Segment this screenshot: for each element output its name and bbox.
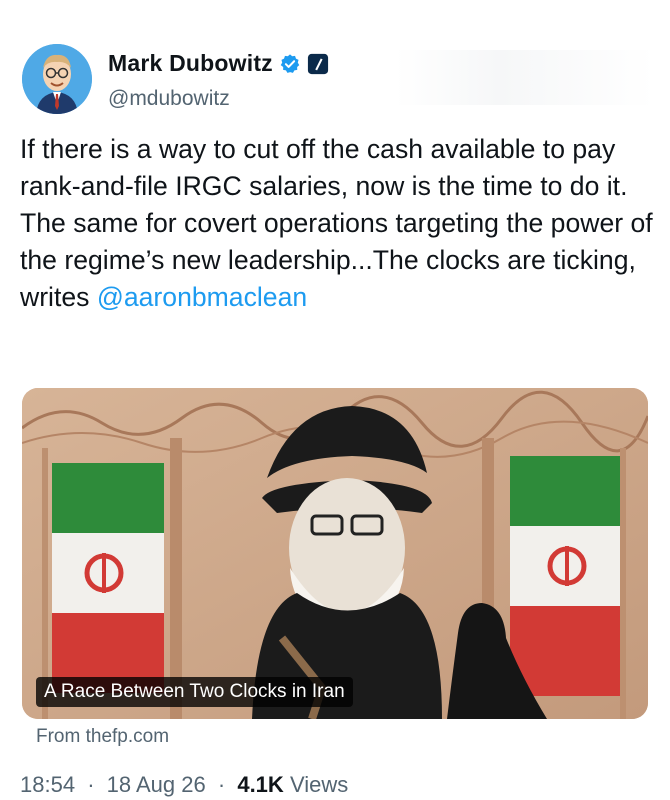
avatar[interactable] <box>22 44 92 114</box>
tweet-time[interactable]: 18:54 <box>20 772 75 797</box>
meta-separator: · <box>217 772 226 797</box>
tweet-meta: 18:54 · 18 Aug 26 · 4.1K Views <box>20 772 348 798</box>
avatar-illustration-icon <box>22 44 92 114</box>
mention-link[interactable]: @aaronbmaclean <box>97 282 307 312</box>
link-card[interactable]: A Race Between Two Clocks in Iran <box>22 388 648 719</box>
meta-separator: · <box>87 772 95 797</box>
card-source[interactable]: From thefp.com <box>36 726 169 748</box>
verified-badge-icon[interactable] <box>279 53 301 75</box>
right-flag <box>510 456 620 696</box>
blurred-header-area <box>395 50 655 105</box>
handle[interactable]: @mdubowitz <box>108 87 329 111</box>
author-info[interactable]: Mark Dubowitz @mdubowitz <box>108 50 329 111</box>
display-name-row: Mark Dubowitz <box>108 50 329 77</box>
card-title: A Race Between Two Clocks in Iran <box>36 677 353 707</box>
tweet-date[interactable]: 18 Aug 26 <box>107 772 206 797</box>
views-count[interactable]: 4.1K <box>237 772 283 797</box>
views-label: Views <box>289 772 349 797</box>
left-flag <box>52 463 164 693</box>
tweet: Mark Dubowitz @mdubowitz If there is a w… <box>0 0 670 800</box>
display-name[interactable]: Mark Dubowitz <box>108 50 273 77</box>
affiliation-badge-icon[interactable] <box>307 53 329 75</box>
tweet-text: If there is a way to cut off the cash av… <box>20 131 660 316</box>
card-image <box>22 388 648 719</box>
